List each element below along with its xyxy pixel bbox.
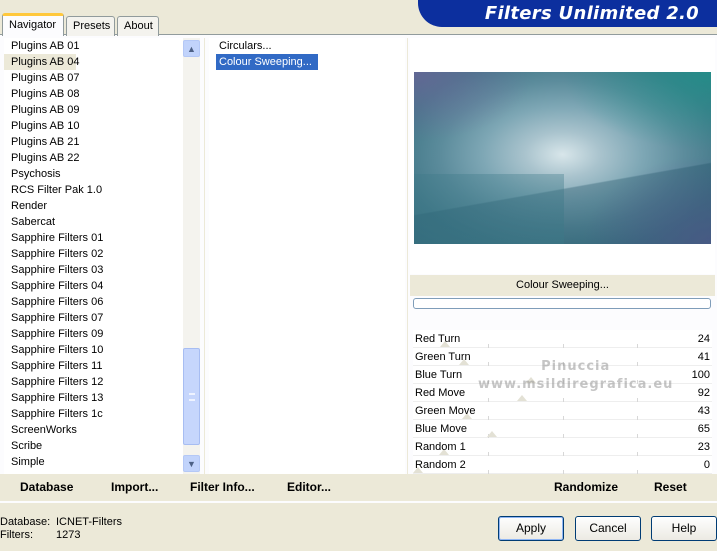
filter-item[interactable]: Circulars... [209,38,405,54]
category-item[interactable]: RCS Filter Pak 1.0 [4,182,183,198]
help-button[interactable]: Help [651,516,717,541]
database-label: Database: [0,516,51,528]
database-button[interactable]: Database [20,480,73,494]
slider-label: Green Turn [415,351,471,363]
slider-row[interactable]: Red Move 92 [413,384,712,402]
scroll-up-button[interactable]: ▲ [183,40,200,57]
slider-label: Blue Move [415,423,467,435]
category-item[interactable]: Sapphire Filters 01 [4,230,183,246]
category-item[interactable]: Psychosis [4,166,183,182]
cancel-button[interactable]: Cancel [575,516,641,541]
reset-button[interactable]: Reset [654,480,687,494]
progress-bar [413,298,711,309]
divider [407,38,408,474]
slider-row[interactable]: Green Move 43 [413,402,712,420]
randomize-button[interactable]: Randomize [554,480,618,494]
filter-list[interactable]: Circulars... Colour Sweeping... [209,38,405,474]
category-item[interactable]: Sapphire Filters 02 [4,246,183,262]
slider-knob[interactable] [526,377,536,383]
slider-knob[interactable] [487,431,497,437]
category-item[interactable]: Plugins AB 10 [4,118,183,134]
slider-label: Random 2 [415,459,466,471]
category-item[interactable]: Plugins AB 09 [4,102,183,118]
category-item[interactable]: Sapphire Filters 03 [4,262,183,278]
grip-icon [189,393,195,401]
category-item[interactable]: Sapphire Filters 09 [4,326,183,342]
tab-navigator[interactable]: Navigator [2,13,64,36]
filter-info-button[interactable]: Filter Info... [190,480,255,494]
category-item[interactable]: Sapphire Filters 06 [4,294,183,310]
slider-row[interactable]: Blue Move 65 [413,420,712,438]
scroll-thumb[interactable] [183,348,200,445]
chevron-up-icon: ▲ [187,43,196,54]
slider-knob[interactable] [517,395,527,401]
preview-panel [410,38,715,274]
slider-row[interactable]: Random 1 23 [413,438,712,456]
category-item[interactable]: Plugins AB 22 [4,150,183,166]
category-item[interactable]: Sabercat [4,214,183,230]
category-item[interactable]: Plugins AB 01 [4,38,183,54]
slider-label: Random 1 [415,441,466,453]
filter-item[interactable]: Colour Sweeping... [216,54,318,70]
category-item[interactable]: Scribe [4,438,183,454]
slider-row[interactable]: Blue Turn 100 [413,366,712,384]
category-list[interactable]: Plugins AB 01 Plugins AB 04 Plugins AB 07 P… [4,38,183,474]
slider-label: Blue Turn [415,369,463,381]
category-item[interactable]: Sapphire Filters 10 [4,342,183,358]
parameter-sliders[interactable]: Red Turn 24 Green Turn 41 Blue Turn 100 Red Mo… [413,330,712,474]
title-banner: Filters Unlimited 2.0 [418,0,717,27]
slider-value: 43 [697,405,710,417]
category-item[interactable]: ScreenWorks [4,422,183,438]
category-item[interactable]: Sapphire Filters 13 [4,390,183,406]
category-item[interactable]: Sapphire Filters 07 [4,310,183,326]
slider-row[interactable]: Green Turn 41 [413,348,712,366]
slider-row[interactable]: Random 2 0 [413,456,712,474]
bottom-toolbar: Database Import... Filter Info... Editor… [0,474,717,501]
database-value: ICNET-Filters [56,516,122,528]
category-item[interactable]: Sapphire Filters 12 [4,374,183,390]
app-title: Filters Unlimited 2.0 [484,3,699,24]
slider-label: Green Move [415,405,476,417]
category-item[interactable]: Plugins AB 08 [4,86,183,102]
slider-value: 0 [703,459,710,471]
category-item[interactable]: Plugins AB 21 [4,134,183,150]
status-info: Database: ICNET-Filters Filters: 1273 [0,516,122,542]
editor-button[interactable]: Editor... [287,480,331,494]
category-item[interactable]: Sapphire Filters 04 [4,278,183,294]
slider-label: Red Turn [415,333,461,345]
preview-image [414,72,711,244]
divider [204,38,205,474]
tab-about[interactable]: About [117,16,159,36]
tab-presets[interactable]: Presets [66,16,115,36]
category-item[interactable]: Render [4,198,183,214]
category-item[interactable]: Simple [4,454,183,470]
category-item[interactable]: Sapphire Filters 1c [4,406,183,422]
filters-count: 1273 [56,529,81,541]
apply-button[interactable]: Apply [498,516,564,541]
slider-value: 23 [697,441,710,453]
scroll-down-button[interactable]: ▼ [183,455,200,472]
filters-label: Filters: [0,529,33,541]
slider-value: 65 [697,423,710,435]
slider-label: Red Move [415,387,466,399]
category-item[interactable]: Plugins AB 04 [4,54,80,70]
category-item[interactable]: Sapphire Filters 11 [4,358,183,374]
import-button[interactable]: Import... [111,480,158,494]
slider-row[interactable]: Red Turn 24 [413,330,712,348]
slider-value: 24 [697,333,710,345]
category-scrollbar[interactable]: ▲ ▼ [183,38,200,474]
chevron-down-icon: ▼ [187,458,196,469]
preview-filter-name: Colour Sweeping... [410,275,715,296]
slider-value: 41 [697,351,710,363]
category-item[interactable]: Plugins AB 07 [4,70,183,86]
slider-value: 92 [697,387,710,399]
slider-value: 100 [691,369,710,381]
